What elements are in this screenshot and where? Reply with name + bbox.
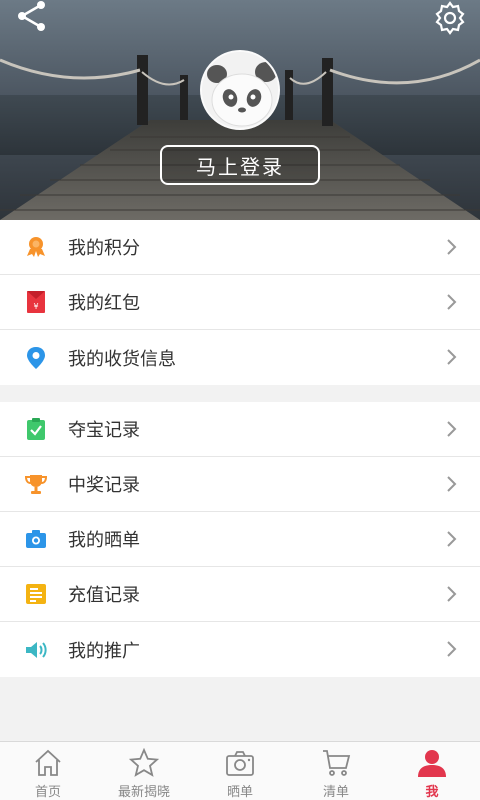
camera-icon bbox=[226, 751, 254, 776]
menu-group-account: 我的积分 ¥ 我的红包 我的收货信息 bbox=[0, 220, 480, 385]
tab-label: 清单 bbox=[322, 785, 349, 800]
menu-item-winning-records[interactable]: 中奖记录 bbox=[0, 457, 480, 512]
menu-item-label: 我的收货信息 bbox=[68, 348, 176, 370]
chevron-right-icon bbox=[447, 421, 457, 437]
medal-icon bbox=[27, 237, 45, 257]
tab-shares[interactable]: 晒单 bbox=[192, 742, 288, 800]
menu-item-recharge-records[interactable]: 充值记录 bbox=[0, 567, 480, 622]
tab-home[interactable]: 首页 bbox=[0, 742, 96, 800]
login-button[interactable]: 马上登录 bbox=[160, 145, 320, 185]
menu-item-shipping-info[interactable]: 我的收货信息 bbox=[0, 330, 480, 385]
home-icon bbox=[35, 749, 61, 776]
menu-item-red-envelope[interactable]: ¥ 我的红包 bbox=[0, 275, 480, 330]
chevron-right-icon bbox=[447, 294, 457, 310]
menu-item-my-shares[interactable]: 我的晒单 bbox=[0, 512, 480, 567]
clipboard-check-icon bbox=[27, 418, 45, 440]
tab-cart[interactable]: 清单 bbox=[288, 742, 384, 800]
menu-item-label: 充值记录 bbox=[68, 585, 140, 606]
chevron-right-icon bbox=[447, 476, 457, 492]
share-icon[interactable] bbox=[14, 0, 50, 32]
tab-label: 最新揭晓 bbox=[117, 785, 170, 800]
chevron-right-icon bbox=[447, 641, 457, 657]
gear-icon[interactable] bbox=[432, 0, 468, 36]
menu-item-label: 我的红包 bbox=[68, 293, 140, 314]
red-envelope-icon: ¥ bbox=[27, 291, 45, 313]
trophy-icon bbox=[24, 475, 48, 494]
menu-item-treasure-records[interactable]: 夺宝记录 bbox=[0, 402, 480, 457]
tab-label: 我 bbox=[425, 785, 439, 800]
speaker-icon bbox=[26, 641, 47, 658]
menu-item-label: 我的晒单 bbox=[68, 530, 140, 551]
user-icon bbox=[418, 750, 446, 777]
menu-item-promotion[interactable]: 我的推广 bbox=[0, 622, 480, 677]
menu-group-records: 夺宝记录 中奖记录 我的晒单 充值记录 我的推广 bbox=[0, 402, 480, 677]
document-icon bbox=[26, 584, 46, 604]
tab-label: 首页 bbox=[34, 785, 61, 800]
chevron-right-icon bbox=[447, 586, 457, 602]
tab-latest-results[interactable]: 最新揭晓 bbox=[96, 742, 192, 800]
chevron-right-icon bbox=[447, 349, 457, 365]
location-pin-icon bbox=[27, 346, 45, 369]
tab-label: 晒单 bbox=[226, 785, 253, 800]
svg-text:¥: ¥ bbox=[33, 302, 38, 311]
menu-item-label: 我的推广 bbox=[68, 640, 140, 662]
menu-item-label: 夺宝记录 bbox=[68, 420, 140, 441]
tab-me[interactable]: 我 bbox=[384, 742, 480, 800]
cart-icon bbox=[323, 750, 351, 776]
profile-header: 马上登录 bbox=[0, 0, 480, 220]
menu-item-points[interactable]: 我的积分 bbox=[0, 220, 480, 275]
camera-icon bbox=[26, 530, 46, 548]
chevron-right-icon bbox=[447, 531, 457, 547]
menu-item-label: 我的积分 bbox=[68, 238, 140, 259]
bottom-tab-bar: 首页 最新揭晓 晒单 清单 我 bbox=[0, 741, 480, 800]
menu-item-label: 中奖记录 bbox=[68, 475, 140, 496]
star-icon bbox=[129, 748, 159, 777]
avatar[interactable] bbox=[200, 50, 280, 130]
chevron-right-icon bbox=[447, 239, 457, 255]
